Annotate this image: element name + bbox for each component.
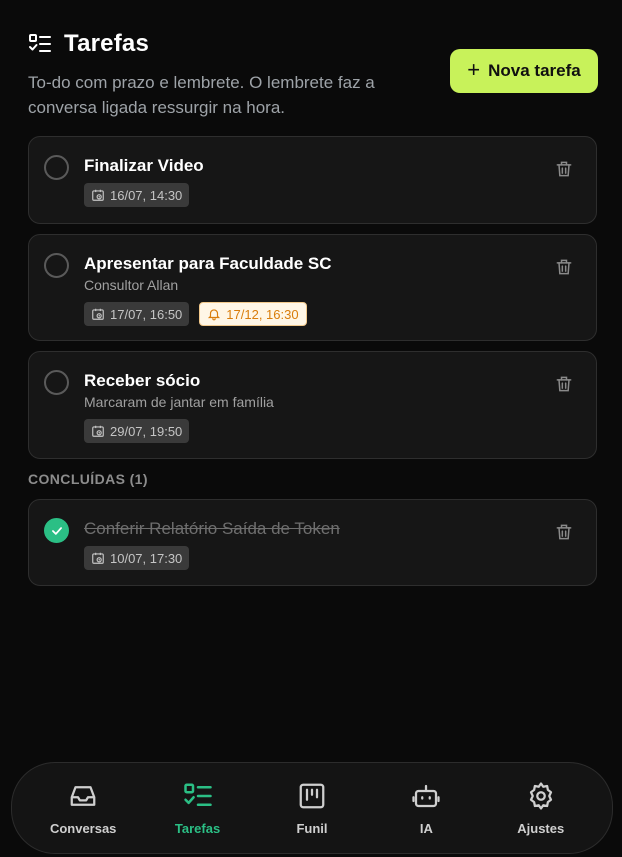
page-subtitle: To-do com prazo e lembrete. O lembrete f… [28, 73, 375, 117]
nav-label: Funil [296, 820, 328, 836]
completed-task-card[interactable]: Conferir Relatório Saída de Token 10/07,… [28, 499, 597, 586]
bottom-nav: Conversas Tarefas Funil IA Ajustes [11, 762, 613, 854]
gear-icon [529, 781, 552, 810]
task-chips: 29/07, 19:50 [84, 419, 190, 443]
task-card[interactable]: Finalizar Video 16/07, 14:30 [28, 136, 597, 224]
task-description: Consultor Allan [84, 277, 179, 293]
nav-item-ia[interactable]: IA [371, 781, 481, 836]
task-card[interactable]: Apresentar para Faculdade SC Consultor A… [28, 234, 597, 341]
new-task-button-label: Nova tarefa [488, 61, 581, 80]
list-check-icon [28, 32, 52, 56]
task-checkbox[interactable] [44, 253, 69, 278]
nav-item-tarefas[interactable]: Tarefas [143, 781, 253, 836]
trash-icon[interactable] [554, 257, 574, 277]
bell-icon [208, 309, 221, 321]
task-checkbox[interactable] [44, 370, 69, 395]
task-checkbox[interactable] [44, 155, 69, 180]
nav-label: Tarefas [174, 820, 221, 836]
nav-item-funil[interactable]: Funil [257, 781, 367, 836]
reminder-text: 17/12, 16:30 [226, 306, 299, 322]
trash-icon[interactable] [554, 374, 574, 394]
calendar-clock-icon [92, 189, 104, 201]
task-description: Marcaram de jantar em família [84, 394, 274, 410]
page-title: Tarefas [64, 30, 150, 57]
task-title: Finalizar Video [84, 156, 204, 175]
nav-item-conversas[interactable]: Conversas [28, 781, 138, 836]
task-checkbox-checked[interactable] [44, 518, 69, 543]
due-date-text: 10/07, 17:30 [110, 550, 183, 566]
calendar-clock-icon [92, 552, 104, 564]
due-date-chip: 10/07, 17:30 [84, 546, 190, 570]
task-chips: 10/07, 17:30 [84, 546, 190, 570]
task-title: Apresentar para Faculdade SC [84, 254, 332, 273]
trash-icon[interactable] [554, 159, 574, 179]
nav-label: Ajustes [517, 820, 565, 836]
calendar-clock-icon [92, 425, 104, 437]
due-date-text: 16/07, 14:30 [110, 187, 183, 203]
list-check-icon [183, 783, 212, 806]
plus-icon: + [467, 57, 481, 82]
due-date-chip: 17/07, 16:50 [84, 302, 190, 326]
nav-item-ajustes[interactable]: Ajustes [486, 781, 596, 836]
nav-label: IA [419, 820, 433, 836]
checkmark-icon [51, 526, 62, 535]
task-chips: 16/07, 14:30 [84, 183, 190, 207]
reminder-chip: 17/12, 16:30 [199, 302, 307, 326]
due-date-chip: 16/07, 14:30 [84, 183, 190, 207]
due-date-text: 17/07, 16:50 [110, 306, 183, 322]
kanban-icon [299, 783, 325, 808]
nav-label: Conversas [49, 820, 117, 836]
task-card[interactable]: Receber sócio Marcaram de jantar em famí… [28, 351, 597, 459]
task-title: Conferir Relatório Saída de Token [84, 519, 340, 538]
due-date-text: 29/07, 19:50 [110, 423, 183, 439]
task-chips: 17/07, 16:50 17/12, 16:30 [84, 302, 307, 326]
task-title: Receber sócio [84, 371, 201, 390]
page-header: Tarefas To-do com prazo e lembrete. O le… [28, 30, 598, 120]
inbox-icon [70, 785, 96, 806]
trash-icon[interactable] [554, 522, 574, 542]
new-task-button[interactable]: + Nova tarefa [450, 49, 598, 93]
calendar-clock-icon [92, 308, 104, 320]
bot-icon [412, 784, 440, 807]
completed-section-label: CONCLUÍDAS (1) [28, 471, 148, 487]
due-date-chip: 29/07, 19:50 [84, 419, 190, 443]
